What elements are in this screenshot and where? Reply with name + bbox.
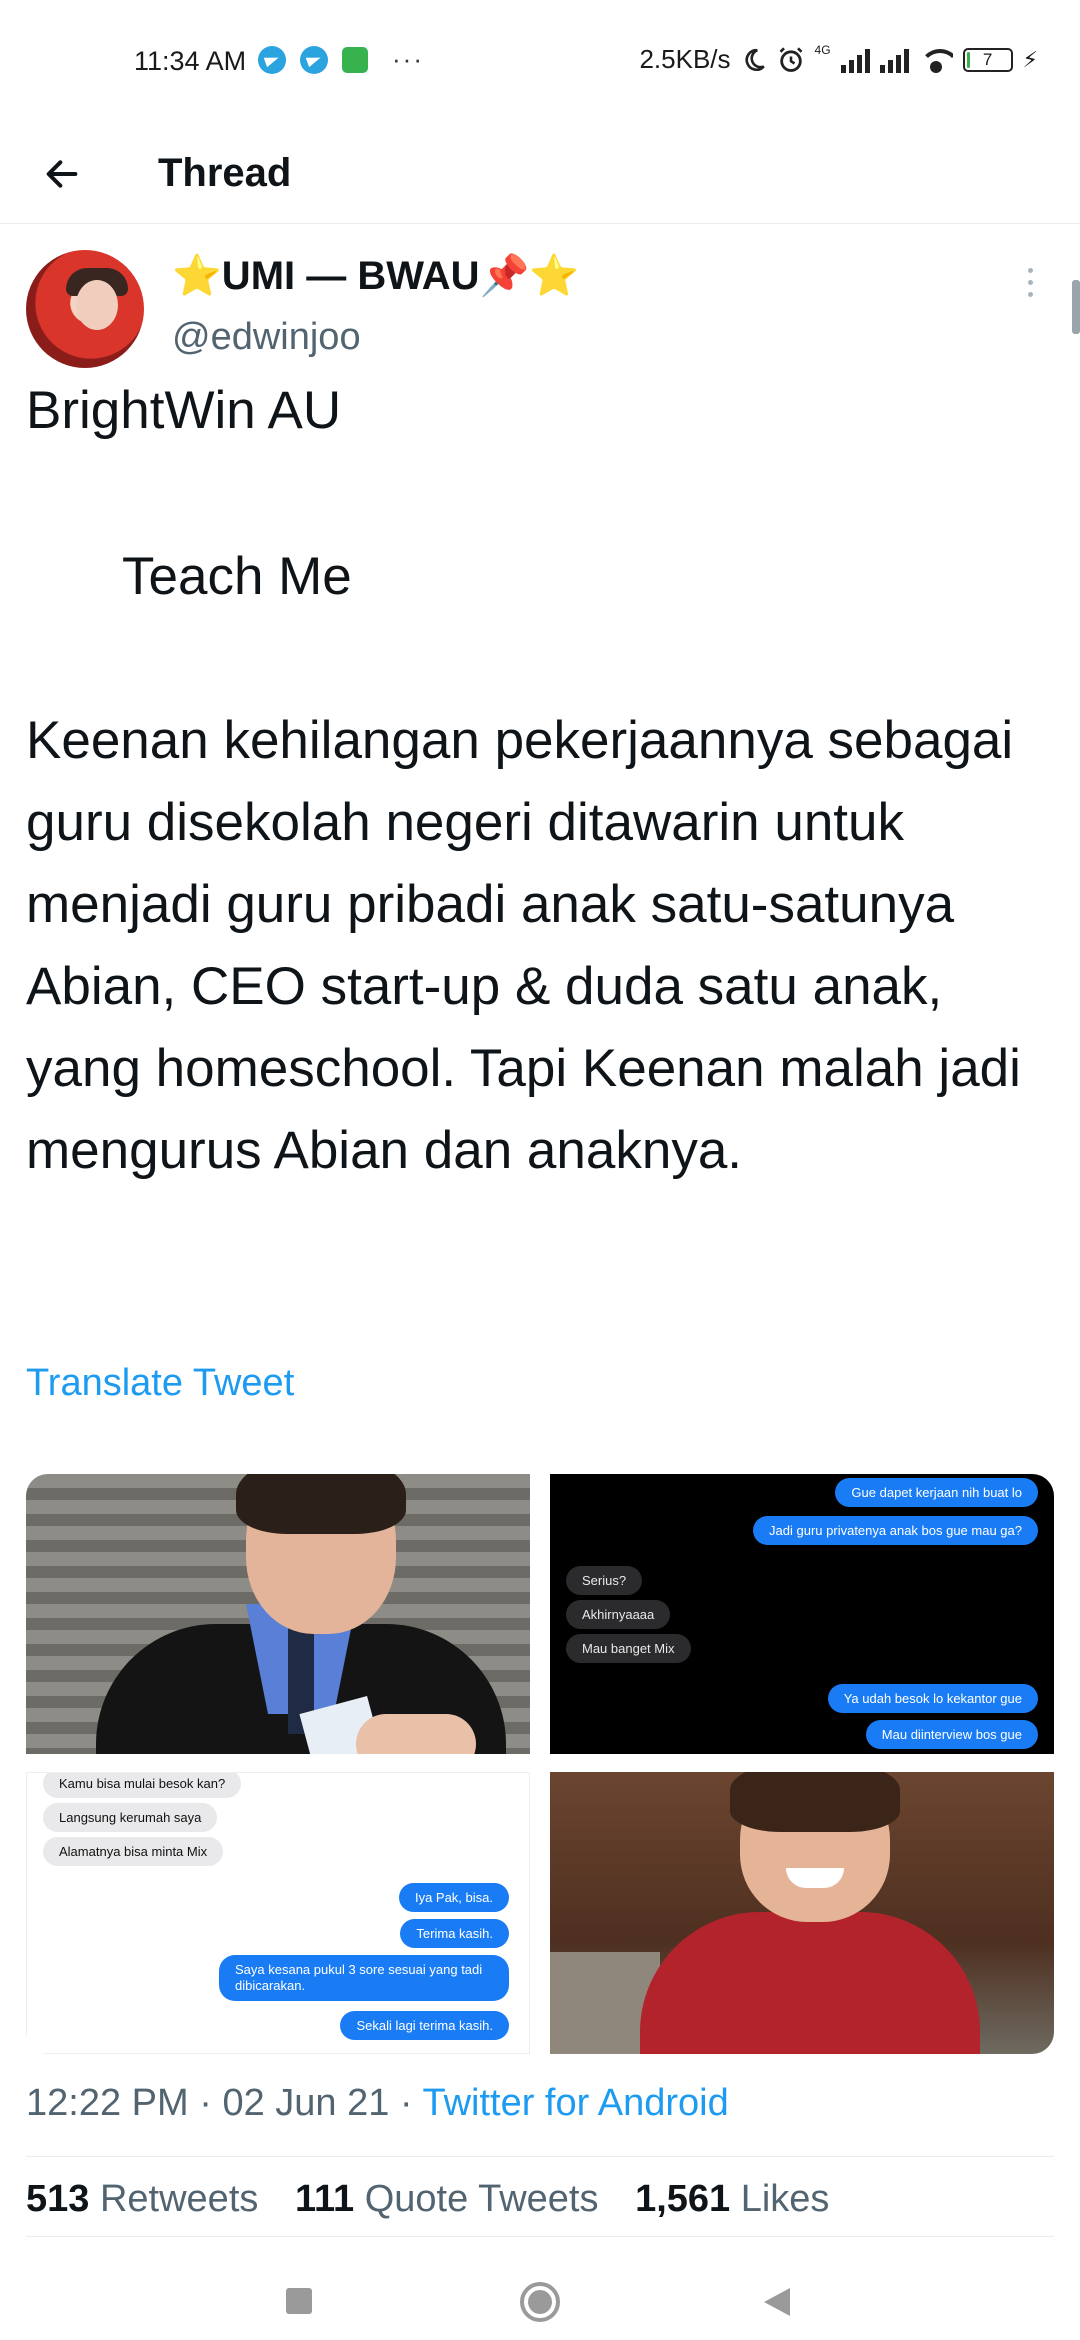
- media-chat-screenshot-2[interactable]: Kamu bisa mulai besok kan? Langsung keru…: [26, 1772, 530, 2054]
- translate-tweet-link[interactable]: Translate Tweet: [26, 1362, 294, 1405]
- chat-bubble: Akhirnyaaaa: [566, 1600, 671, 1629]
- network-type: 4G: [814, 42, 831, 57]
- tweet-timestamp: 12:22 PM · 02 Jun 21 · Twitter for Andro…: [26, 2082, 729, 2124]
- charging-icon: ⚡: [1022, 46, 1038, 72]
- status-bar: 11:34 AM ··· 2.5KB/s 4G 7 ⚡: [0, 0, 1080, 124]
- nav-recent-icon[interactable]: [286, 2288, 312, 2314]
- tweet-source-link[interactable]: Twitter for Android: [422, 2082, 728, 2124]
- quote-tweets-stat[interactable]: 111 Quote Tweets: [295, 2178, 599, 2220]
- wifi-icon: [918, 47, 953, 73]
- nav-back-icon[interactable]: [764, 2288, 790, 2316]
- back-arrow-icon: [46, 159, 78, 188]
- battery-fill: [966, 51, 970, 68]
- alarm-icon: [779, 46, 802, 72]
- network-speed: 2.5KB/s: [639, 44, 731, 74]
- chat-bubble: Saya kesana pukul 3 sore sesuai yang tad…: [219, 1955, 509, 2001]
- chat-bubble: Mau banget Mix: [566, 1634, 691, 1663]
- page-title: Thread: [158, 151, 292, 195]
- signal-icon: [879, 47, 909, 73]
- chat-bubble: Serius?: [566, 1566, 643, 1595]
- chat-bubble: Terima kasih.: [400, 1919, 509, 1948]
- telegram-icon: [300, 45, 328, 74]
- avatar[interactable]: [26, 250, 144, 368]
- author-handle[interactable]: @edwinjoo: [172, 316, 361, 359]
- chat-bubble: Gue dapet kerjaan nih buat lo: [835, 1478, 1038, 1507]
- system-nav-bar: [0, 2240, 1080, 2340]
- status-time: 11:34 AM: [134, 46, 247, 76]
- tweet-stats: 513 Retweets 111 Quote Tweets 1,561 Like…: [26, 2178, 855, 2221]
- telegram-icon: [258, 45, 286, 74]
- chat-bubble: Langsung kerumah saya: [43, 1803, 218, 1832]
- tweet-text-body: Keenan kehilangan pekerjaannya sebagai g…: [26, 711, 1021, 1180]
- app-icon: [342, 46, 368, 73]
- chat-bubble: Sekali lagi terima kasih.: [340, 2011, 509, 2040]
- divider: [26, 2156, 1054, 2157]
- retweets-stat[interactable]: 513 Retweets: [26, 2178, 258, 2220]
- more-notifications-icon: ···: [392, 44, 424, 74]
- media-photo-1[interactable]: [26, 1474, 530, 1754]
- back-button[interactable]: [32, 144, 92, 204]
- signal-icon: [840, 47, 870, 73]
- battery-icon: 7: [962, 47, 1013, 72]
- tweet-media-grid: Gue dapet kerjaan nih buat lo Jadi guru …: [26, 1474, 1054, 2054]
- divider: [26, 2236, 1054, 2237]
- scrollbar[interactable]: [1072, 280, 1080, 334]
- chat-bubble: Mau diinterview bos gue: [865, 1720, 1038, 1749]
- more-vertical-icon: [1028, 268, 1033, 273]
- media-photo-2[interactable]: [550, 1772, 1054, 2054]
- tweet-text-title: BrightWin AU: [26, 381, 342, 440]
- author-display-name[interactable]: ⭐UMI — BWAU📌⭐: [172, 252, 579, 299]
- likes-stat[interactable]: 1,561 Likes: [635, 2178, 829, 2220]
- moon-icon: [745, 48, 765, 71]
- tweet-text-subtitle: Teach Me: [122, 547, 352, 606]
- chat-bubble: Jadi guru privatenya anak bos gue mau ga…: [753, 1516, 1038, 1545]
- media-chat-screenshot-1[interactable]: Gue dapet kerjaan nih buat lo Jadi guru …: [550, 1474, 1054, 1754]
- nav-home-icon[interactable]: [520, 2282, 560, 2322]
- more-options-button[interactable]: [1028, 268, 1033, 297]
- status-notifications: ···: [258, 44, 424, 75]
- chat-bubble: Ya udah besok lo kekantor gue: [827, 1684, 1038, 1713]
- thread-header: Thread: [0, 124, 1080, 224]
- chat-bubble: Kamu bisa mulai besok kan?: [43, 1773, 242, 1798]
- status-system-icons: 2.5KB/s 4G 7 ⚡: [639, 42, 1038, 75]
- chat-bubble: Alamatnya bisa minta Mix: [43, 1837, 224, 1866]
- chat-bubble: Iya Pak, bisa.: [398, 1883, 509, 1912]
